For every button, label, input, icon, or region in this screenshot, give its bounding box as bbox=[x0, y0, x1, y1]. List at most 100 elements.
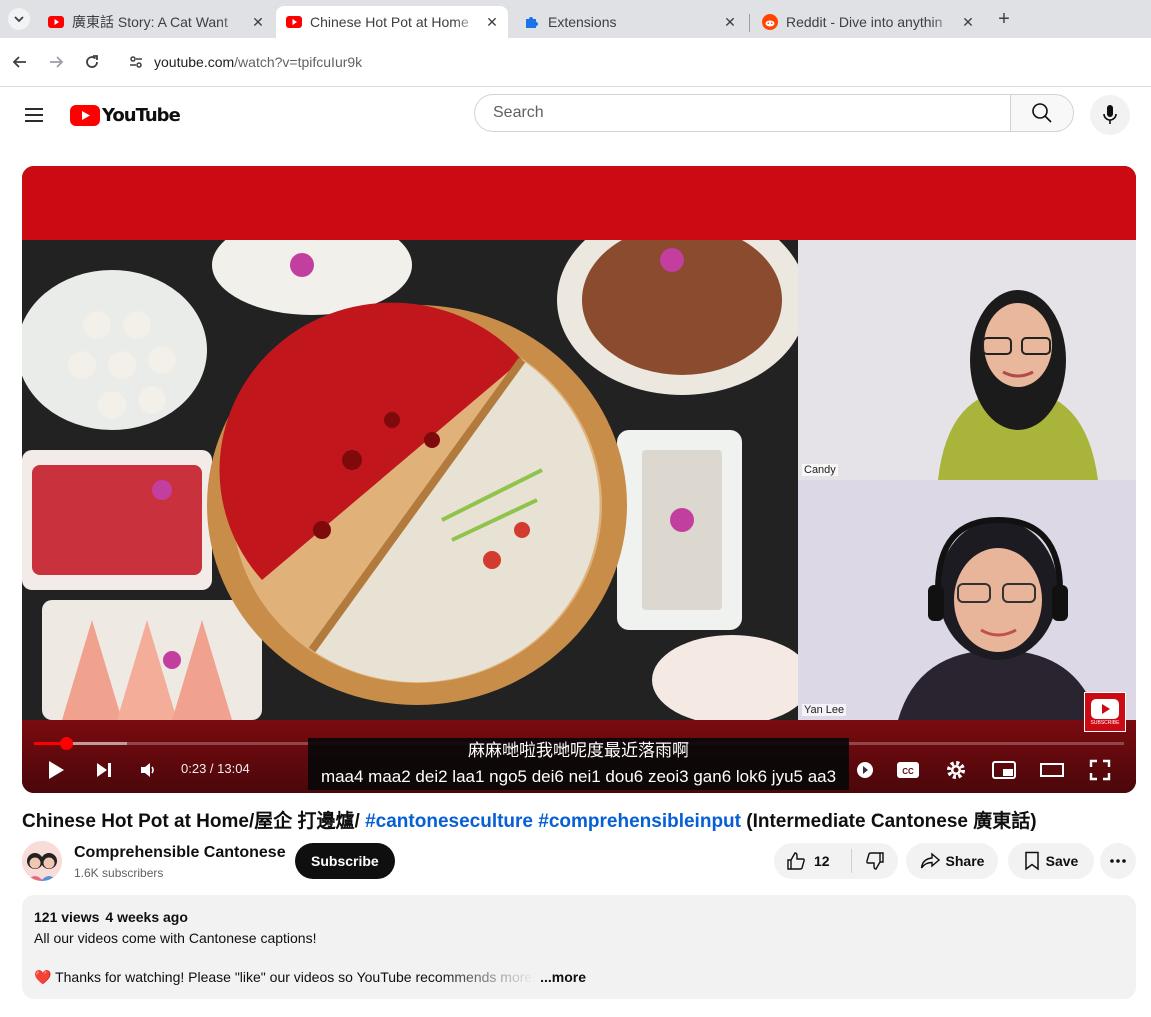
tab-title: Reddit - Dive into anythin bbox=[786, 14, 943, 30]
hashtag-link[interactable]: #comprehensibleinput bbox=[538, 811, 741, 832]
video-player[interactable]: Candy Yan Lee SUBSCRIBE 0:23 / 13:04 麻麻哋… bbox=[22, 166, 1136, 793]
close-icon[interactable]: ✕ bbox=[722, 14, 738, 30]
youtube-wordmark: YouTube bbox=[102, 104, 181, 126]
subscribe-button[interactable]: Subscribe bbox=[295, 843, 395, 879]
autoplay-icon bbox=[857, 762, 873, 778]
reload-icon bbox=[86, 55, 98, 68]
save-button[interactable]: Save bbox=[1008, 843, 1094, 879]
tab-reddit[interactable]: Reddit - Dive into anythin ✕ bbox=[752, 6, 984, 38]
more-horizontal-icon bbox=[1110, 859, 1126, 863]
mute-button[interactable] bbox=[134, 756, 162, 784]
bookmark-icon bbox=[1024, 851, 1039, 871]
search-box bbox=[474, 94, 1010, 132]
menu-button[interactable] bbox=[22, 105, 46, 125]
like-dislike-bar: 12 bbox=[774, 843, 898, 879]
view-meta: 121 views 4 weeks ago bbox=[34, 909, 188, 925]
url-text: youtube.com/watch?v=tpifcuIur9k bbox=[154, 54, 362, 70]
settings-button[interactable] bbox=[942, 756, 970, 784]
dislike-button[interactable] bbox=[852, 843, 898, 879]
theater-mode-button[interactable] bbox=[1038, 756, 1066, 784]
close-icon[interactable]: ✕ bbox=[250, 14, 266, 30]
new-tab-button[interactable]: + bbox=[992, 8, 1016, 30]
url-host: youtube.com bbox=[154, 54, 235, 70]
like-count: 12 bbox=[814, 853, 830, 869]
like-button[interactable]: 12 bbox=[774, 843, 841, 879]
play-button[interactable] bbox=[42, 756, 70, 784]
arrow-right-icon bbox=[50, 56, 64, 68]
thumbs-up-icon bbox=[787, 852, 805, 870]
time-display: 0:23 / 13:04 bbox=[181, 761, 250, 776]
fullscreen-icon bbox=[1089, 759, 1111, 781]
puzzle-icon bbox=[524, 14, 540, 30]
save-label: Save bbox=[1045, 853, 1079, 869]
browser-tab-strip: 廣東話 Story: A Cat Want ✕ Chinese Hot Pot … bbox=[0, 0, 1151, 38]
close-icon[interactable]: ✕ bbox=[484, 14, 500, 30]
progress-scrubber-handle[interactable] bbox=[59, 737, 73, 750]
description-line: All our videos come with Cantonese capti… bbox=[34, 930, 317, 946]
search-icon bbox=[1032, 103, 1052, 123]
description-line: ❤️ Thanks for watching! Please "like" ou… bbox=[34, 969, 586, 986]
tab-search-button[interactable] bbox=[8, 8, 30, 30]
closed-captions-icon: CC bbox=[897, 762, 919, 778]
video-frame-top-band bbox=[22, 166, 1136, 240]
view-count: 121 views bbox=[34, 909, 100, 925]
tab-hot-pot[interactable]: Chinese Hot Pot at Home ✕ bbox=[276, 6, 508, 38]
autoplay-toggle[interactable] bbox=[850, 756, 878, 784]
search-input[interactable] bbox=[491, 103, 995, 123]
svg-text:CC: CC bbox=[902, 767, 914, 776]
tab-cat-story[interactable]: 廣東話 Story: A Cat Want ✕ bbox=[38, 6, 274, 38]
address-bar[interactable]: youtube.com/watch?v=tpifcuIur9k bbox=[116, 44, 1151, 80]
upload-age: 4 weeks ago bbox=[105, 909, 188, 925]
hamburger-icon bbox=[25, 108, 43, 122]
fullscreen-button[interactable] bbox=[1086, 756, 1114, 784]
show-more-link[interactable]: ...more bbox=[540, 969, 586, 985]
caption-line-chinese: 麻麻哋啦我哋呢度最近落雨啊 bbox=[468, 741, 689, 760]
tab-title: 廣東話 Story: A Cat Want bbox=[72, 14, 228, 30]
channel-name[interactable]: Comprehensible Cantonese bbox=[74, 844, 286, 862]
forward-button[interactable] bbox=[44, 50, 68, 74]
youtube-play-logo-icon bbox=[1091, 698, 1119, 719]
close-icon[interactable]: ✕ bbox=[960, 14, 976, 30]
youtube-icon bbox=[286, 14, 302, 30]
share-icon bbox=[920, 852, 940, 869]
search-button[interactable] bbox=[1010, 94, 1074, 132]
webcam-speaker-top: Candy bbox=[798, 240, 1136, 480]
youtube-icon bbox=[48, 14, 64, 30]
title-text: (Intermediate Cantonese 廣東話) bbox=[740, 811, 1037, 832]
arrow-left-icon bbox=[12, 56, 26, 68]
url-path: /watch?v=tpifcuIur9k bbox=[234, 54, 363, 70]
captions-window[interactable]: 麻麻哋啦我哋呢度最近落雨啊 maa4 maa2 dei2 laa1 ngo5 d… bbox=[308, 738, 849, 790]
description-box[interactable]: 121 views 4 weeks ago All our videos come… bbox=[22, 895, 1136, 999]
site-settings-icon[interactable] bbox=[124, 50, 148, 74]
more-actions-button[interactable] bbox=[1100, 843, 1136, 879]
volume-icon bbox=[141, 763, 154, 777]
back-button[interactable] bbox=[8, 50, 32, 74]
miniplayer-button[interactable] bbox=[990, 756, 1018, 784]
youtube-logo[interactable]: YouTube bbox=[70, 104, 181, 126]
subtitles-button[interactable]: CC bbox=[894, 756, 922, 784]
reload-button[interactable] bbox=[80, 50, 104, 74]
title-text: Chinese Hot Pot at Home/屋企 打邊爐/ bbox=[22, 811, 366, 832]
voice-search-button[interactable] bbox=[1090, 95, 1130, 135]
share-label: Share bbox=[945, 853, 985, 869]
reddit-icon bbox=[762, 14, 778, 30]
youtube-play-logo-icon bbox=[70, 104, 100, 126]
tab-extensions[interactable]: Extensions ✕ bbox=[514, 6, 746, 38]
miniplayer-icon bbox=[992, 761, 1016, 779]
youtube-masthead: YouTube bbox=[0, 87, 1151, 143]
share-button[interactable]: Share bbox=[906, 843, 998, 879]
next-button[interactable] bbox=[90, 756, 118, 784]
microphone-icon bbox=[1103, 105, 1117, 124]
skip-next-icon bbox=[97, 763, 111, 777]
browser-toolbar: youtube.com/watch?v=tpifcuIur9k bbox=[0, 38, 1151, 87]
description-text: ❤️ Thanks for watching! Please "like" ou… bbox=[34, 969, 537, 985]
hashtag-link[interactable]: #cantoneseculture bbox=[365, 811, 533, 832]
caption-line-jyutping: maa4 maa2 dei2 laa1 ngo5 dei6 nei1 dou6 … bbox=[320, 767, 837, 786]
theater-mode-icon bbox=[1040, 763, 1064, 777]
channel-avatar[interactable] bbox=[22, 841, 62, 881]
tab-separator bbox=[749, 14, 750, 32]
channel-watermark-button[interactable]: SUBSCRIBE bbox=[1084, 692, 1126, 732]
subscriber-count: 1.6K subscribers bbox=[74, 866, 164, 880]
video-title: Chinese Hot Pot at Home/屋企 打邊爐/ #cantone… bbox=[22, 806, 1136, 833]
speaker-label: Yan Lee bbox=[802, 704, 847, 716]
